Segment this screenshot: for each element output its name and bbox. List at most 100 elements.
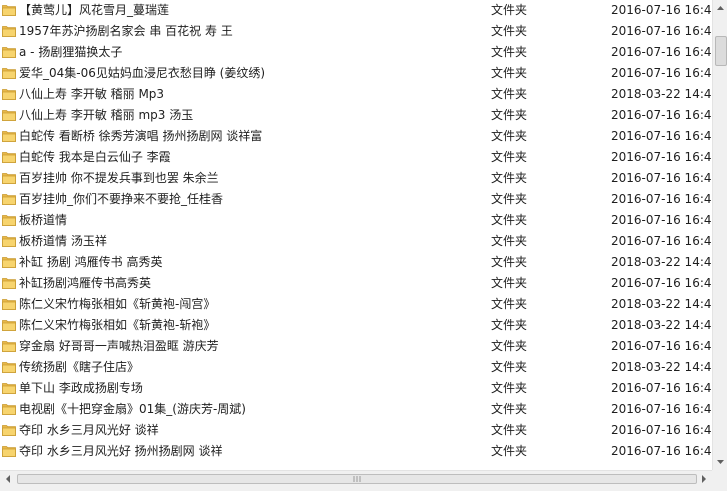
file-name: 百岁挂帅_你们不要挣来不要抢_任桂香 (19, 192, 224, 206)
file-name: 补缸扬剧鸿雁传书高秀英 (19, 276, 152, 290)
file-date: 2016-07-16 16:49 (611, 339, 712, 353)
file-name: 夺印 水乡三月风光好 谈祥 (19, 423, 159, 437)
file-name: 传统扬剧《瞎子住店》 (19, 360, 140, 374)
file-date: 2016-07-16 16:49 (611, 150, 712, 164)
folder-icon (2, 446, 16, 457)
scroll-left-arrow-icon[interactable] (0, 471, 16, 487)
file-name: a - 扬剧狸猫换太子 (19, 45, 123, 59)
file-type: 文件夹 (491, 360, 528, 374)
list-item[interactable]: 板桥道情 汤玉祥 文件夹 2016-07-16 16:49 (0, 231, 712, 252)
file-type: 文件夹 (491, 402, 528, 416)
file-date: 2018-03-22 14:44 (611, 87, 712, 101)
file-name: 板桥道情 (19, 213, 68, 227)
horizontal-scrollbar[interactable] (0, 470, 712, 487)
list-item[interactable]: 八仙上寿 李开敏 稽丽 mp3 汤玉 文件夹 2016-07-16 16:49 (0, 105, 712, 126)
file-name: 陈仁义宋竹梅张相如《斩黄袍-斩袍》 (19, 318, 216, 332)
list-item[interactable]: a - 扬剧狸猫换太子 文件夹 2016-07-16 16:49 (0, 42, 712, 63)
folder-icon (2, 404, 16, 415)
file-name: 1957年苏沪扬剧名家会 串 百花祝 寿 王 (19, 24, 233, 38)
folder-icon (2, 341, 16, 352)
folder-icon (2, 110, 16, 121)
list-item[interactable]: 陈仁义宋竹梅张相如《斩黄袍-斩袍》 文件夹 2018-03-22 14:44 (0, 315, 712, 336)
folder-icon (2, 194, 16, 205)
list-item[interactable]: 补缸 扬剧 鸿雁传书 高秀英 文件夹 2018-03-22 14:44 (0, 252, 712, 273)
list-item[interactable]: 百岁挂帅_你们不要挣来不要抢_任桂香 文件夹 2016-07-16 16:49 (0, 189, 712, 210)
list-item[interactable]: 陈仁义宋竹梅张相如《斩黄袍-闯宫》 文件夹 2018-03-22 14:44 (0, 294, 712, 315)
file-type: 文件夹 (491, 234, 528, 248)
file-type: 文件夹 (491, 444, 528, 458)
folder-icon (2, 362, 16, 373)
file-name: 电视剧《十把穿金扇》01集_(游庆芳-周斌) (19, 402, 246, 416)
file-type: 文件夹 (491, 255, 528, 269)
file-date: 2016-07-16 16:49 (611, 381, 712, 395)
file-name: 补缸 扬剧 鸿雁传书 高秀英 (19, 255, 163, 269)
list-item[interactable]: 爱华_04集-06见姑妈血浸尼衣愁目睁 (姜纹绣) 文件夹 2016-07-16 1… (0, 63, 712, 84)
file-date: 2016-07-16 16:49 (611, 24, 712, 38)
file-name: 板桥道情 汤玉祥 (19, 234, 107, 248)
file-date: 2016-07-16 16:49 (611, 192, 712, 206)
file-date: 2016-07-16 16:49 (611, 234, 712, 248)
file-list: 【黄莺儿】风花雪月_蔓瑞莲 文件夹 2016-07-16 16:49 1957年苏沪扬… (0, 0, 712, 470)
list-item[interactable]: 1957年苏沪扬剧名家会 串 百花祝 寿 王 文件夹 2016-07-16 16:4… (0, 21, 712, 42)
list-item[interactable]: 夺印 水乡三月风光好 谈祥 文件夹 2016-07-16 16:49 (0, 420, 712, 441)
list-item[interactable]: 白蛇传 我本是白云仙子 李霞 文件夹 2016-07-16 16:49 (0, 147, 712, 168)
file-name: 白蛇传 看断桥 徐秀芳演唱 扬州扬剧网 谈祥富 (19, 129, 263, 143)
scroll-up-arrow-icon[interactable] (713, 0, 727, 16)
bottom-edge (0, 487, 712, 491)
file-date: 2018-03-22 14:44 (611, 255, 712, 269)
grip-icon (353, 476, 361, 482)
file-date: 2016-07-16 16:49 (611, 45, 712, 59)
folder-icon (2, 320, 16, 331)
file-type: 文件夹 (491, 171, 528, 185)
list-item[interactable]: 补缸扬剧鸿雁传书高秀英 文件夹 2016-07-16 16:49 (0, 273, 712, 294)
list-item[interactable]: 电视剧《十把穿金扇》01集_(游庆芳-周斌) 文件夹 2016-07-16 16:4… (0, 399, 712, 420)
folder-icon (2, 173, 16, 184)
horizontal-scroll-thumb[interactable] (17, 474, 697, 484)
scroll-right-arrow-icon[interactable] (696, 471, 712, 487)
file-date: 2018-03-22 14:44 (611, 318, 712, 332)
file-date: 2016-07-16 16:49 (611, 423, 712, 437)
list-item[interactable]: 夺印 水乡三月风光好 扬州扬剧网 谈祥 文件夹 2016-07-16 16:49 (0, 441, 712, 462)
list-item[interactable]: 单下山 李政成扬剧专场 文件夹 2016-07-16 16:49 (0, 378, 712, 399)
list-item[interactable]: 【黄莺儿】风花雪月_蔓瑞莲 文件夹 2016-07-16 16:49 (0, 0, 712, 21)
file-date: 2018-03-22 14:44 (611, 297, 712, 311)
file-type: 文件夹 (491, 297, 528, 311)
vertical-scroll-thumb[interactable] (715, 36, 727, 66)
folder-icon (2, 5, 16, 16)
folder-icon (2, 236, 16, 247)
list-item[interactable]: 穿金扇 好哥哥一声喊热泪盈眶 游庆芳 文件夹 2016-07-16 16:49 (0, 336, 712, 357)
file-name: 陈仁义宋竹梅张相如《斩黄袍-闯宫》 (19, 297, 216, 311)
file-date: 2016-07-16 16:49 (611, 213, 712, 227)
file-type: 文件夹 (491, 3, 528, 17)
file-name: 穿金扇 好哥哥一声喊热泪盈眶 游庆芳 (19, 339, 219, 353)
file-type: 文件夹 (491, 129, 528, 143)
folder-icon (2, 68, 16, 79)
file-type: 文件夹 (491, 339, 528, 353)
list-item[interactable]: 白蛇传 看断桥 徐秀芳演唱 扬州扬剧网 谈祥富 文件夹 2016-07-16 16:… (0, 126, 712, 147)
file-type: 文件夹 (491, 192, 528, 206)
file-type: 文件夹 (491, 423, 528, 437)
folder-icon (2, 425, 16, 436)
folder-icon (2, 215, 16, 226)
folder-icon (2, 299, 16, 310)
file-type: 文件夹 (491, 87, 528, 101)
scroll-down-arrow-icon[interactable] (713, 454, 727, 470)
file-name: 夺印 水乡三月风光好 扬州扬剧网 谈祥 (19, 444, 223, 458)
list-item[interactable]: 百岁挂帅 你不提发兵事到也罢 朱余兰 文件夹 2016-07-16 16:49 (0, 168, 712, 189)
file-date: 2016-07-16 16:49 (611, 444, 712, 458)
list-item[interactable]: 传统扬剧《瞎子住店》 文件夹 2018-03-22 14:44 (0, 357, 712, 378)
file-type: 文件夹 (491, 66, 528, 80)
file-name: 白蛇传 我本是白云仙子 李霞 (19, 150, 171, 164)
file-type: 文件夹 (491, 24, 528, 38)
file-date: 2016-07-16 16:49 (611, 3, 712, 17)
list-item[interactable]: 板桥道情 文件夹 2016-07-16 16:49 (0, 210, 712, 231)
file-name: 【黄莺儿】风花雪月_蔓瑞莲 (19, 3, 170, 17)
file-date: 2016-07-16 16:49 (611, 171, 712, 185)
folder-icon (2, 131, 16, 142)
file-type: 文件夹 (491, 276, 528, 290)
file-name: 单下山 李政成扬剧专场 (19, 381, 143, 395)
vertical-scrollbar[interactable] (712, 0, 727, 470)
list-item[interactable]: 八仙上寿 李开敏 稽丽 Mp3 文件夹 2018-03-22 14:44 (0, 84, 712, 105)
file-date: 2016-07-16 16:49 (611, 66, 712, 80)
file-date: 2016-07-16 16:49 (611, 129, 712, 143)
